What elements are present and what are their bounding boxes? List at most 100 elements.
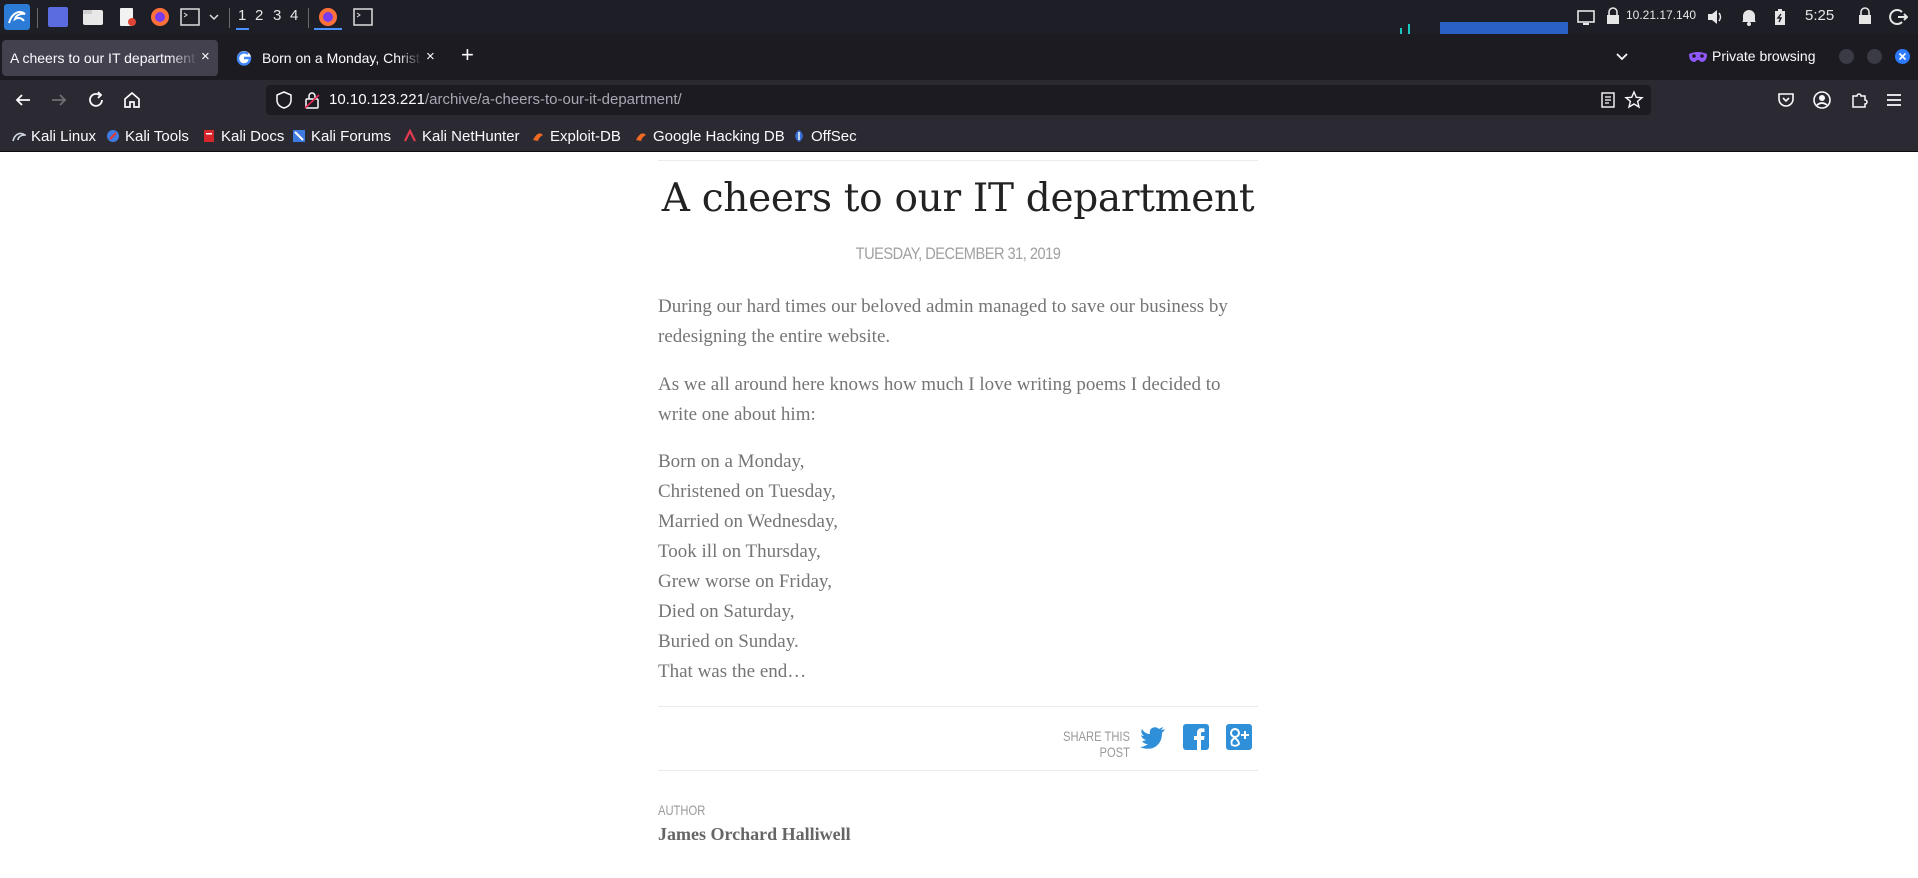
account-icon[interactable] [1810,88,1834,112]
display-icon[interactable] [1576,7,1596,27]
tab-title: Born on a Monday, Christ [262,50,420,66]
home-icon[interactable] [120,88,144,112]
poem-line: Buried on Sunday. [658,631,799,652]
url-path: /archive/a-cheers-to-our-it-department/ [424,91,682,108]
panel-separator [308,8,309,28]
text-editor-icon[interactable] [117,7,137,27]
bookmark-label: Kali Docs [221,127,285,145]
battery-icon[interactable] [1773,7,1793,27]
notifications-bell-icon[interactable] [1740,7,1760,27]
file-manager-icon[interactable] [82,7,103,27]
lock-screen-icon[interactable] [1857,7,1877,27]
author-label: AUTHOR [658,802,706,818]
share-bottom-divider [658,770,1258,771]
panel-separator [229,8,230,28]
reader-view-icon[interactable] [1599,91,1617,109]
private-browsing-mask-icon [1688,49,1708,63]
bookmark-label: OffSec [811,127,857,145]
bookmark-kali-tools[interactable]: Kali Tools [106,126,189,146]
workspace-2[interactable]: 2 [255,7,263,24]
forward-arrow-icon[interactable] [47,88,71,112]
bookmark-label: Kali Forums [311,127,392,145]
bookmark-label: Exploit-DB [550,127,621,145]
vpn-ip-address: 10.21.17.140 [1626,8,1697,22]
bookmark-label: Kali Linux [31,127,97,145]
taskbar-firefox-icon[interactable] [318,7,338,27]
poem-line: Married on Wednesday, [658,511,838,532]
post-paragraph: As we all around here knows how much I l… [658,374,1221,425]
insecure-connection-lock-icon[interactable] [302,90,322,110]
twitter-icon[interactable] [1139,723,1167,751]
firefox-launcher-icon[interactable] [150,7,170,27]
kali-dragon-icon [12,129,28,143]
facebook-icon[interactable] [1182,723,1210,751]
top-divider [658,160,1258,161]
kali-menu-icon[interactable] [4,4,30,30]
poem-line: That was the end… [658,661,807,682]
author-name[interactable]: James Orchard Halliwell [658,824,851,845]
tab-close-icon[interactable]: × [426,48,435,65]
workspace-4[interactable]: 4 [290,7,298,24]
menu-hamburger-icon[interactable] [1882,88,1906,112]
back-arrow-icon[interactable] [11,88,35,112]
launcher-chevron-down-icon[interactable] [208,7,228,27]
url-text[interactable]: 10.10.123.221/archive/a-cheers-to-our-it… [329,91,682,108]
panel-separator [37,8,38,28]
logout-icon[interactable] [1888,7,1909,27]
bookmark-exploit-db[interactable]: Exploit-DB [531,126,621,146]
bookmark-offsec[interactable]: OffSec [792,126,857,146]
bookmark-star-icon[interactable] [1624,90,1644,110]
post-title: A cheers to our IT department [661,176,1255,221]
ghdb-icon [634,129,648,143]
list-all-tabs-chevron-down-icon[interactable] [1612,46,1632,66]
tracking-protection-shield-icon[interactable] [274,90,294,110]
poem-line: Took ill on Thursday, [658,541,821,562]
poem-line: Grew worse on Friday, [658,571,832,592]
bookmark-kali-docs[interactable]: Kali Docs [202,126,284,146]
kali-top-panel: 1 2 3 4 10.21.17.140 5:25 [0,0,1918,34]
google-favicon-icon [236,50,252,66]
share-top-divider [658,706,1258,707]
poem-line: Born on a Monday, [658,451,805,472]
bookmark-kali-forums[interactable]: Kali Forums [292,126,391,146]
offsec-icon [792,129,806,143]
google-plus-icon[interactable] [1225,723,1253,751]
post-date: TUESDAY, DECEMBER 31, 2019 [855,244,1061,263]
workspace-1[interactable]: 1 [238,7,246,24]
url-host: 10.10.123.221 [329,91,425,108]
browser-tab-strip: A cheers to our IT department × Born on … [0,34,1918,80]
bookmark-label: Kali NetHunter [422,127,520,145]
kali-tools-icon [106,129,120,143]
new-tab-button[interactable]: + [461,42,474,68]
bookmark-kali-nethunter[interactable]: Kali NetHunter [403,126,520,146]
window-minimize-button[interactable] [1839,49,1854,64]
window-maximize-button[interactable] [1867,49,1882,64]
tab-born-on-a-monday[interactable]: Born on a Monday, Christ × [226,40,442,76]
vpn-lock-icon[interactable] [1605,7,1625,27]
post-paragraph: During our hard times our beloved admin … [658,296,1228,347]
reload-icon[interactable] [84,88,108,112]
taskbar-terminal-icon[interactable] [353,7,373,27]
bookmark-google-hacking-db[interactable]: Google Hacking DB [634,126,785,146]
panel-clock[interactable]: 5:25 [1805,7,1834,24]
tab-close-icon[interactable]: × [201,48,210,65]
active-workspace-indicator [236,28,249,30]
extensions-puzzle-icon[interactable] [1847,88,1871,112]
bookmark-label: Google Hacking DB [653,127,785,145]
kali-forums-icon [292,129,306,143]
tab-title: A cheers to our IT department [10,50,195,66]
private-browsing-label: Private browsing [1712,48,1816,64]
bookmark-label: Kali Tools [125,127,189,145]
terminal-launcher-icon[interactable] [180,7,200,27]
volume-icon[interactable] [1705,7,1725,27]
tab-a-cheers-to-our-it-department[interactable]: A cheers to our IT department × [2,40,218,76]
show-desktop-icon[interactable] [48,7,68,27]
network-graph-icon [1400,18,1570,34]
window-close-button[interactable] [1895,49,1910,64]
bookmark-kali-linux[interactable]: Kali Linux [12,126,96,146]
kali-docs-icon [202,129,216,143]
workspace-3[interactable]: 3 [273,7,281,24]
exploit-db-icon [531,129,545,143]
nethunter-icon [403,128,417,143]
pocket-icon[interactable] [1774,88,1798,112]
